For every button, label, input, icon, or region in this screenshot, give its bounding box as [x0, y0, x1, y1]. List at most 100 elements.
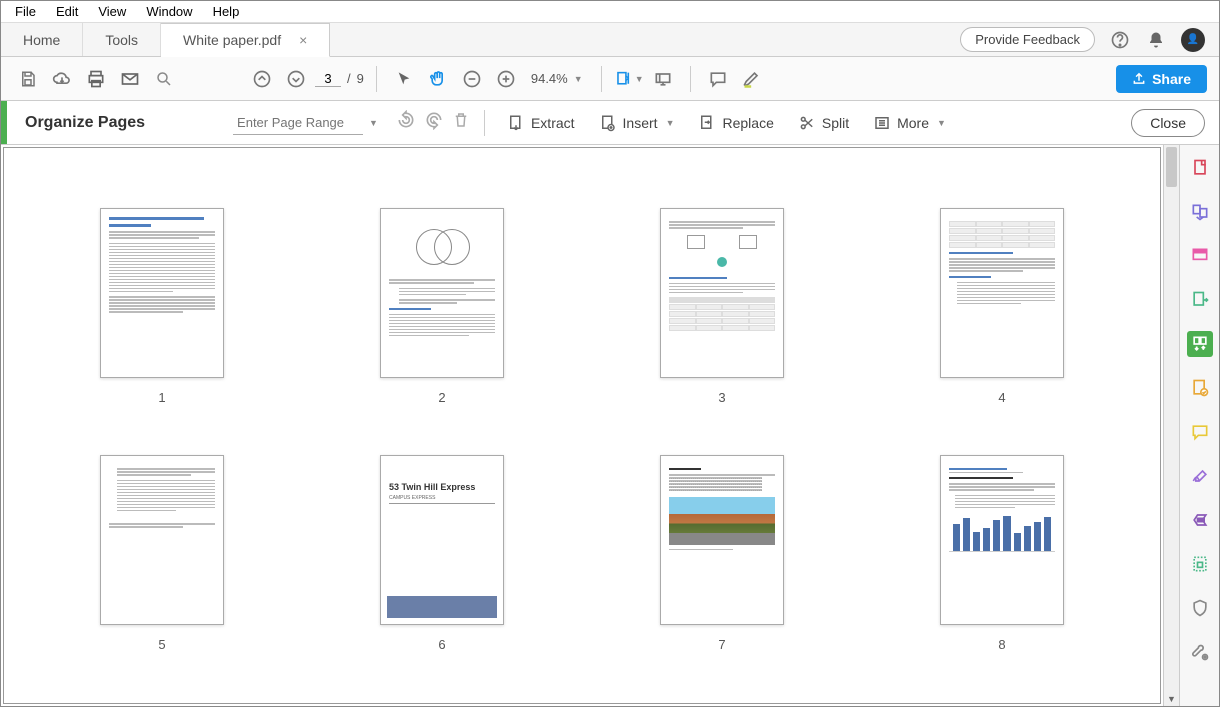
read-mode-icon[interactable] — [648, 64, 678, 94]
thumbnail-area[interactable]: 1 2 — [3, 147, 1161, 704]
page-thumbnail[interactable]: 53 Twin Hill Express CAMPUS EXPRESS 6 — [380, 455, 504, 652]
page-label: 1 — [158, 390, 165, 405]
organize-pages-title: Organize Pages — [25, 114, 145, 132]
export-pdf-icon[interactable] — [1187, 287, 1213, 313]
hand-tool-icon[interactable] — [423, 64, 453, 94]
user-avatar[interactable]: 👤 — [1181, 28, 1205, 52]
share-icon — [1132, 72, 1146, 86]
menu-bar: File Edit View Window Help — [1, 1, 1219, 23]
page-thumbnail[interactable]: 3 — [660, 208, 784, 405]
email-icon[interactable] — [115, 64, 145, 94]
replace-label: Replace — [722, 115, 773, 131]
chevron-down-icon[interactable]: ▼ — [369, 118, 378, 128]
page-thumbnail[interactable]: 7 — [660, 455, 784, 652]
send-for-comments-icon[interactable] — [1187, 375, 1213, 401]
replace-button[interactable]: Replace — [690, 110, 781, 136]
zoom-value: 94.4% — [531, 71, 568, 86]
page-thumbnail[interactable]: 1 — [100, 208, 224, 405]
cloud-icon[interactable] — [47, 64, 77, 94]
page-label: 3 — [718, 390, 725, 405]
organize-pages-icon[interactable] — [1187, 331, 1213, 357]
search-icon[interactable] — [149, 64, 179, 94]
rotate-cw-icon[interactable] — [424, 110, 444, 135]
page-thumbnail[interactable]: 4 — [940, 208, 1064, 405]
insert-button[interactable]: Insert ▼ — [591, 110, 683, 136]
more-icon — [873, 114, 891, 132]
protect-icon[interactable] — [1187, 551, 1213, 577]
scrollbar-thumb[interactable] — [1166, 147, 1177, 187]
main-toolbar: / 9 94.4% ▼ ▼ Share — [1, 57, 1219, 101]
chevron-down-icon: ▼ — [574, 74, 583, 84]
page-thumbnail[interactable]: 2 — [380, 208, 504, 405]
extract-button[interactable]: Extract — [499, 110, 583, 136]
extract-icon — [507, 114, 525, 132]
menu-file[interactable]: File — [5, 2, 46, 21]
menu-help[interactable]: Help — [203, 2, 250, 21]
page-range-input[interactable] — [233, 111, 363, 135]
insert-icon — [599, 114, 617, 132]
shield-icon[interactable] — [1187, 595, 1213, 621]
page-sep: / — [347, 71, 351, 86]
page-thumbnail[interactable]: 5 — [100, 455, 224, 652]
page6-subtitle: CAMPUS EXPRESS — [389, 495, 495, 504]
tab-bar: Home Tools White paper.pdf × Provide Fee… — [1, 23, 1219, 57]
zoom-dropdown[interactable]: 94.4% ▼ — [525, 71, 589, 86]
save-icon[interactable] — [13, 64, 43, 94]
right-tools-panel — [1179, 145, 1219, 706]
comment-tool-icon[interactable] — [1187, 419, 1213, 445]
tab-close-icon[interactable]: × — [299, 32, 307, 48]
page-up-icon[interactable] — [247, 64, 277, 94]
close-button[interactable]: Close — [1131, 109, 1205, 137]
share-label: Share — [1152, 71, 1191, 87]
menu-edit[interactable]: Edit — [46, 2, 88, 21]
menu-window[interactable]: Window — [136, 2, 202, 21]
page-label: 2 — [438, 390, 445, 405]
scroll-down-icon[interactable]: ▼ — [1164, 692, 1179, 706]
fill-sign-icon[interactable] — [1187, 463, 1213, 489]
vertical-scrollbar[interactable]: ▲ ▼ — [1163, 145, 1179, 706]
current-page-input[interactable] — [315, 71, 341, 87]
main-area: 1 2 — [1, 145, 1219, 706]
help-icon[interactable] — [1109, 29, 1131, 51]
edit-pdf-icon[interactable] — [1187, 243, 1213, 269]
page-number: / 9 — [315, 71, 364, 87]
tab-document[interactable]: White paper.pdf × — [161, 23, 330, 57]
tab-document-label: White paper.pdf — [183, 32, 281, 48]
create-pdf-icon[interactable] — [1187, 155, 1213, 181]
split-icon — [798, 114, 816, 132]
page-label: 8 — [998, 637, 1005, 652]
highlight-icon[interactable] — [737, 64, 767, 94]
insert-label: Insert — [623, 115, 658, 131]
page-label: 4 — [998, 390, 1005, 405]
combine-files-icon[interactable] — [1187, 199, 1213, 225]
redact-icon[interactable] — [1187, 507, 1213, 533]
provide-feedback-button[interactable]: Provide Feedback — [960, 27, 1095, 52]
tab-home[interactable]: Home — [1, 23, 83, 56]
comment-icon[interactable] — [703, 64, 733, 94]
share-button[interactable]: Share — [1116, 65, 1207, 93]
more-button[interactable]: More ▼ — [865, 110, 954, 136]
split-label: Split — [822, 115, 849, 131]
rotate-ccw-icon[interactable] — [396, 110, 416, 135]
notifications-icon[interactable] — [1145, 29, 1167, 51]
total-pages: 9 — [357, 71, 364, 86]
page-thumbnail[interactable]: 8 — [940, 455, 1064, 652]
split-button[interactable]: Split — [790, 110, 857, 136]
page-label: 5 — [158, 637, 165, 652]
tab-tools[interactable]: Tools — [83, 23, 161, 56]
delete-icon[interactable] — [452, 111, 470, 134]
extract-label: Extract — [531, 115, 575, 131]
selection-tool-icon[interactable] — [389, 64, 419, 94]
more-tools-icon[interactable] — [1187, 639, 1213, 665]
print-icon[interactable] — [81, 64, 111, 94]
replace-icon — [698, 114, 716, 132]
zoom-out-icon[interactable] — [457, 64, 487, 94]
organize-accent — [1, 101, 7, 144]
menu-view[interactable]: View — [88, 2, 136, 21]
zoom-in-icon[interactable] — [491, 64, 521, 94]
more-label: More — [897, 115, 929, 131]
fit-width-icon[interactable]: ▼ — [614, 64, 644, 94]
organize-pages-toolbar: Organize Pages ▼ Extract Insert ▼ Replac… — [1, 101, 1219, 145]
chevron-down-icon: ▼ — [666, 118, 675, 128]
page-down-icon[interactable] — [281, 64, 311, 94]
